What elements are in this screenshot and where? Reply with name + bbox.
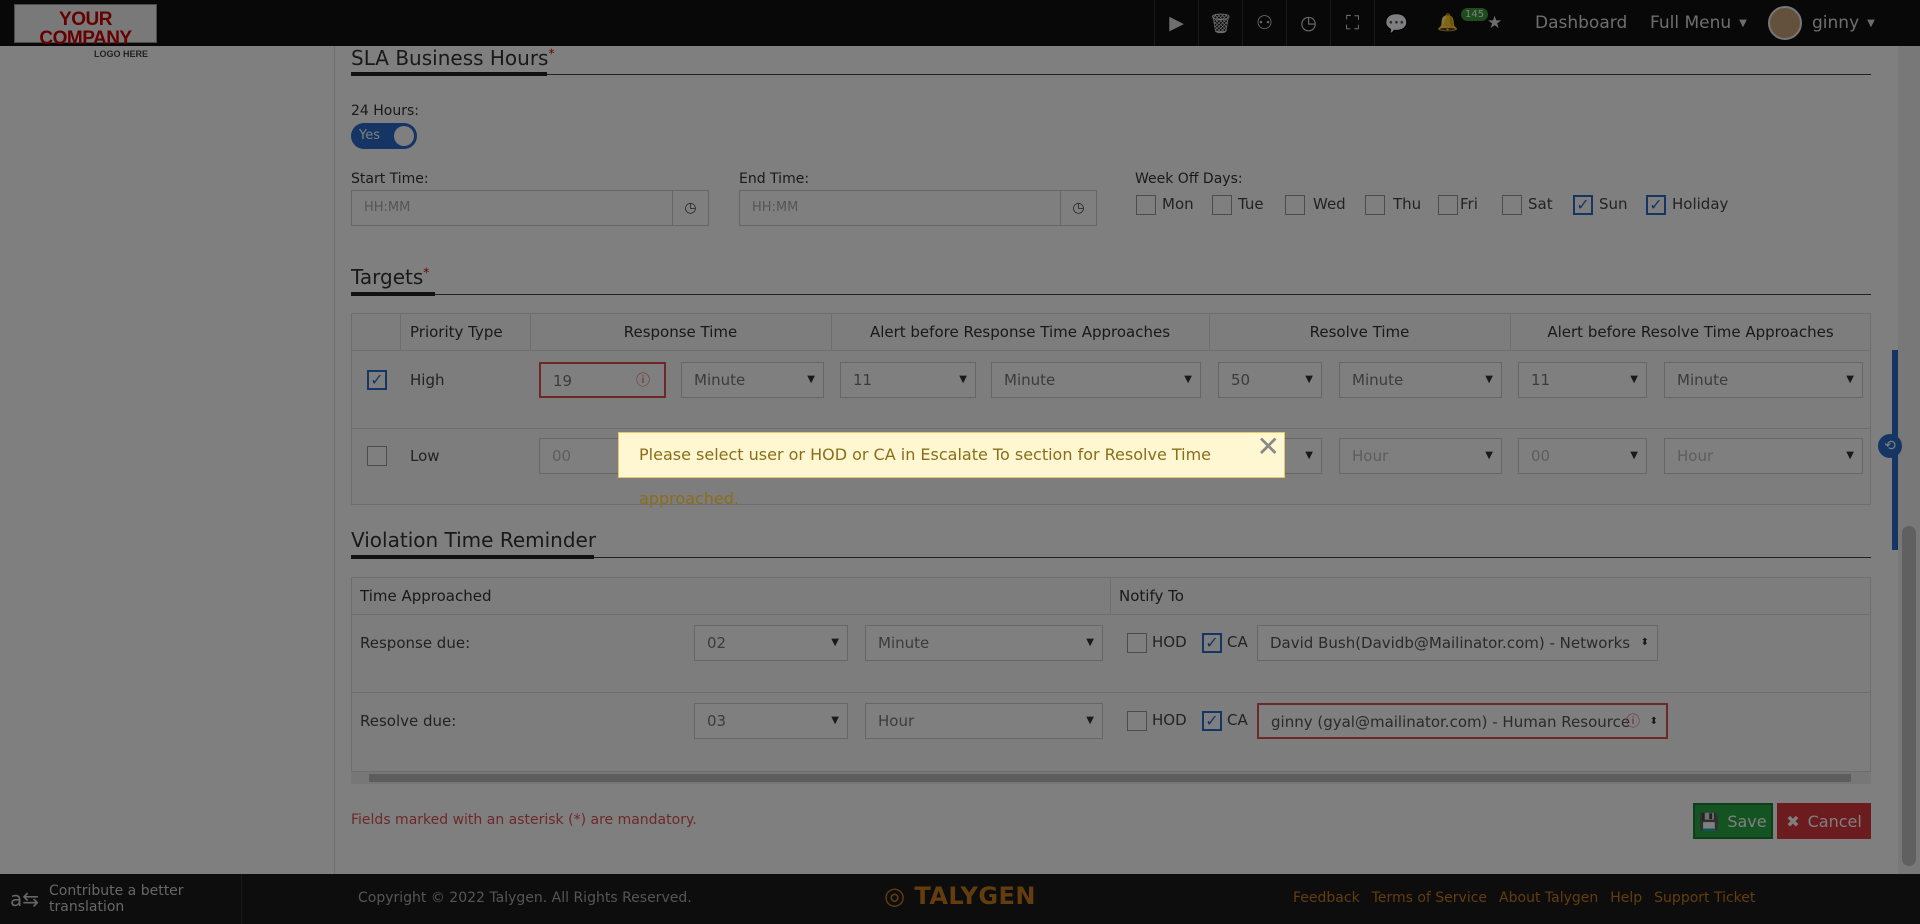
alert-toast: Please select user or HOD or CA in Escal… bbox=[618, 430, 1285, 508]
close-icon[interactable]: ✕ bbox=[1257, 425, 1280, 469]
